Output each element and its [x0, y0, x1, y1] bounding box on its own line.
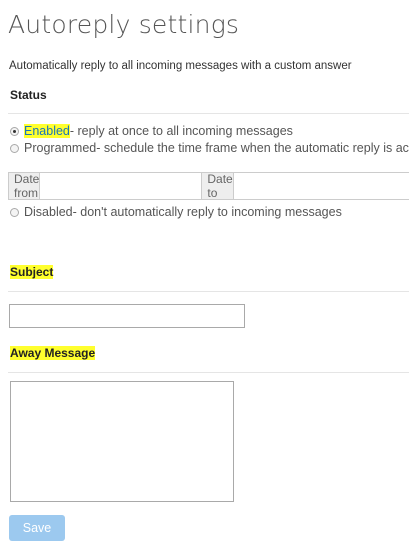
date-to-input[interactable] — [233, 173, 409, 199]
enabled-option[interactable]: Enabled - reply at once to all incoming … — [10, 124, 409, 138]
enabled-radio[interactable] — [10, 126, 19, 136]
date-from-input[interactable] — [40, 173, 203, 199]
date-range: Date from Date to — [8, 172, 409, 200]
page-description: Automatically reply to all incoming mess… — [9, 60, 352, 72]
enabled-description: - reply at once to all incoming messages — [69, 124, 293, 138]
status-divider — [8, 113, 409, 114]
disabled-option[interactable]: Disabled - don't automatically reply to … — [10, 205, 409, 219]
programmed-label[interactable]: Programmed — [24, 141, 96, 155]
page-title: Autoreply settings — [8, 10, 240, 39]
date-from-label: Date from — [9, 172, 41, 200]
subject-input[interactable] — [9, 304, 245, 328]
disabled-description: - don't automatically reply to incoming … — [72, 205, 342, 219]
away-message-textarea[interactable] — [10, 381, 234, 502]
disabled-label[interactable]: Disabled — [24, 205, 73, 219]
away-message-divider — [8, 372, 409, 373]
status-heading: Status — [10, 88, 47, 102]
date-to-label: Date to — [202, 172, 234, 200]
programmed-description: - schedule the time frame when the autom… — [96, 141, 409, 155]
away-message-heading: Away Message — [10, 346, 96, 360]
save-button[interactable]: Save — [9, 515, 65, 541]
disabled-radio[interactable] — [10, 207, 19, 217]
programmed-option[interactable]: Programmed - schedule the time frame whe… — [10, 141, 409, 155]
enabled-label[interactable]: Enabled — [24, 124, 70, 138]
subject-heading: Subject — [10, 265, 54, 279]
subject-heading-text: Subject — [10, 265, 54, 279]
programmed-radio[interactable] — [10, 143, 19, 153]
away-message-heading-text: Away Message — [10, 346, 96, 360]
subject-divider — [8, 291, 409, 292]
